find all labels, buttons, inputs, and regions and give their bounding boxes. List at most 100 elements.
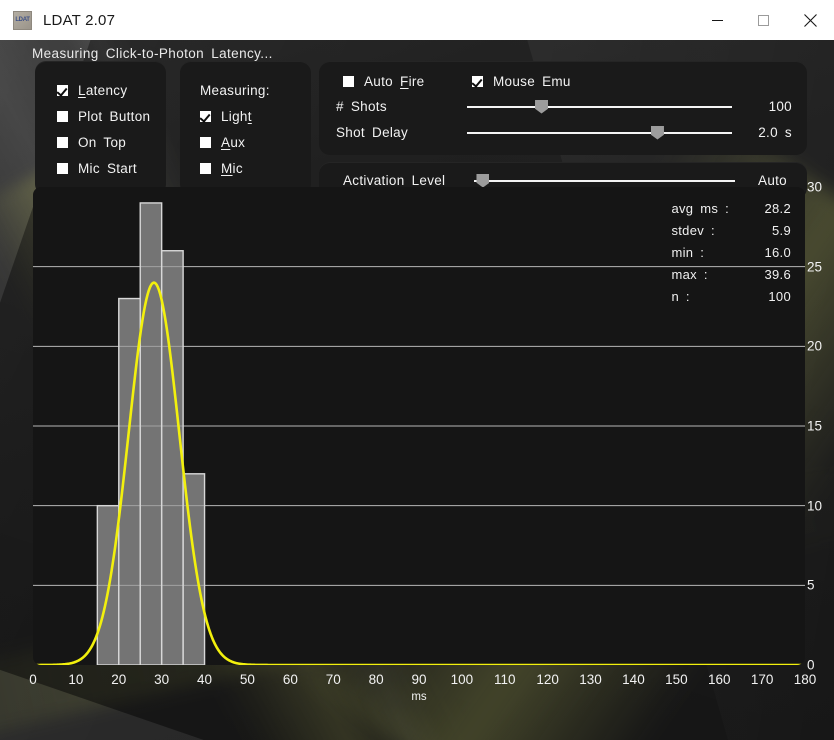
- x-axis-tick: 20: [111, 672, 127, 687]
- stats-row: avg ms : 28.2: [671, 201, 791, 223]
- checkbox-mouse-emu-box: [472, 76, 483, 87]
- close-icon: [803, 13, 817, 27]
- stats-panel: avg ms : 28.2 stdev : 5.9 min : 16.0 max : 39.6…: [671, 201, 791, 311]
- checkbox-mic-label: Mic: [221, 161, 243, 176]
- checkbox-latency[interactable]: Latency: [57, 83, 127, 98]
- status-text: Measuring Click-to-Photon Latency...: [32, 46, 273, 61]
- checkbox-mouse-emu-label: Mouse Emu: [493, 74, 571, 89]
- shot-delay-value: 2.0 s: [758, 125, 792, 140]
- x-axis-tick: 110: [494, 672, 516, 687]
- histogram-bar: [139, 202, 163, 665]
- stats-key: stdev :: [671, 223, 715, 238]
- ldat-window: LDAT LDAT 2.07 Measuring Click-to-Photon…: [0, 0, 834, 740]
- y-axis-tick: 5: [807, 577, 815, 593]
- checkbox-on-top-box: [57, 137, 68, 148]
- window-title: LDAT 2.07: [43, 11, 116, 29]
- stats-key: avg ms :: [671, 201, 729, 216]
- shot-delay-slider-thumb[interactable]: [650, 125, 664, 140]
- stats-row: n : 100: [671, 289, 791, 311]
- activation-label: Activation Level: [343, 173, 446, 188]
- shots-row: # Shots 100: [336, 99, 792, 114]
- checkbox-auto-fire[interactable]: Auto Fire: [343, 74, 424, 89]
- latency-histogram: avg ms : 28.2 stdev : 5.9 min : 16.0 max : 39.6…: [33, 187, 805, 665]
- stats-value: 100: [768, 289, 791, 304]
- activation-slider-thumb[interactable]: [476, 173, 490, 188]
- checkbox-mic-start-label: Mic Start: [78, 161, 137, 176]
- x-axis-tick: 180: [793, 672, 817, 687]
- checkbox-plot-button-label: Plot Button: [78, 109, 151, 124]
- shots-slider-thumb[interactable]: [535, 99, 549, 114]
- x-axis-tick: 10: [68, 672, 84, 687]
- stats-key: n :: [671, 289, 690, 304]
- checkbox-on-top[interactable]: On Top: [57, 135, 126, 150]
- checkbox-plot-button[interactable]: Plot Button: [57, 109, 150, 124]
- shot-delay-slider[interactable]: [467, 125, 732, 140]
- activation-row: Activation Level Auto: [343, 173, 787, 188]
- checkbox-mouse-emu[interactable]: Mouse Emu: [472, 74, 571, 89]
- checkbox-mic[interactable]: Mic: [200, 161, 243, 176]
- stats-key: min :: [671, 245, 705, 260]
- x-axis-tick: 50: [239, 672, 255, 687]
- x-axis-tick: 160: [707, 672, 731, 687]
- title-bar: LDAT LDAT 2.07: [0, 0, 834, 41]
- checkbox-plot-button-box: [57, 111, 68, 122]
- stats-value: 39.6: [764, 267, 791, 282]
- checkbox-aux-box: [200, 137, 211, 148]
- shots-slider[interactable]: [467, 99, 732, 114]
- checkbox-latency-label: Latency: [78, 83, 128, 98]
- stats-value: 28.2: [764, 201, 791, 216]
- minimize-icon: [711, 19, 723, 21]
- minimize-button[interactable]: [694, 0, 740, 40]
- y-axis-tick: 30: [807, 179, 823, 195]
- y-axis-tick: 25: [807, 259, 823, 275]
- fire-panel: Auto Fire Mouse Emu # Shots 100 Shot Del…: [319, 61, 807, 155]
- checkbox-light-box: [200, 111, 211, 122]
- shots-value: 100: [768, 99, 792, 114]
- activation-slider[interactable]: [474, 173, 735, 188]
- measuring-panel: Measuring: Light Aux Mic: [180, 61, 311, 195]
- x-axis-tick: 140: [622, 672, 645, 687]
- app-icon-label: LDAT: [15, 17, 30, 23]
- stats-row: stdev : 5.9: [671, 223, 791, 245]
- close-button[interactable]: [786, 0, 834, 40]
- app-icon: LDAT: [13, 10, 32, 30]
- y-axis-tick: 15: [807, 418, 823, 434]
- x-axis-tick: 40: [197, 672, 213, 687]
- y-axis-tick: 0: [807, 657, 815, 673]
- shot-delay-row: Shot Delay 2.0 s: [336, 125, 792, 140]
- shot-delay-label: Shot Delay: [336, 125, 409, 140]
- x-axis-tick: 70: [325, 672, 341, 687]
- checkbox-light[interactable]: Light: [200, 109, 252, 124]
- checkbox-mic-start[interactable]: Mic Start: [57, 161, 137, 176]
- measuring-caption: Measuring:: [200, 83, 270, 98]
- checkbox-aux-label: Aux: [221, 135, 246, 150]
- stats-row: min : 16.0: [671, 245, 791, 267]
- y-axis-tick: 20: [807, 338, 823, 354]
- x-axis-tick: 30: [154, 672, 170, 687]
- x-axis-tick: 120: [536, 672, 559, 687]
- activation-value: Auto: [758, 173, 787, 188]
- x-axis-tick: 150: [665, 672, 688, 687]
- checkbox-mic-start-box: [57, 163, 68, 174]
- x-axis-tick: 100: [450, 672, 474, 687]
- activation-slider-track: [474, 179, 735, 182]
- maximize-icon: [757, 14, 769, 26]
- mode-panel: Latency Plot Button On Top Mic Start: [35, 61, 166, 195]
- checkbox-on-top-label: On Top: [78, 135, 127, 150]
- x-axis-tick: 0: [29, 672, 37, 687]
- checkbox-auto-fire-label: Auto Fire: [364, 74, 425, 89]
- stats-row: max : 39.6: [671, 267, 791, 289]
- checkbox-light-label: Light: [221, 109, 252, 124]
- histogram-bars: [96, 202, 206, 665]
- x-axis-tick: 80: [368, 672, 384, 687]
- shots-slider-track: [467, 105, 732, 108]
- checkbox-aux[interactable]: Aux: [200, 135, 245, 150]
- maximize-button[interactable]: [740, 0, 786, 40]
- x-axis-tick: 130: [579, 672, 602, 687]
- shots-label: # Shots: [336, 99, 387, 114]
- checkbox-latency-box: [57, 85, 68, 96]
- x-axis-tick: 90: [411, 672, 427, 687]
- x-axis-unit-label: ms: [411, 691, 427, 703]
- stats-value: 5.9: [772, 223, 791, 238]
- checkbox-mic-box: [200, 163, 211, 174]
